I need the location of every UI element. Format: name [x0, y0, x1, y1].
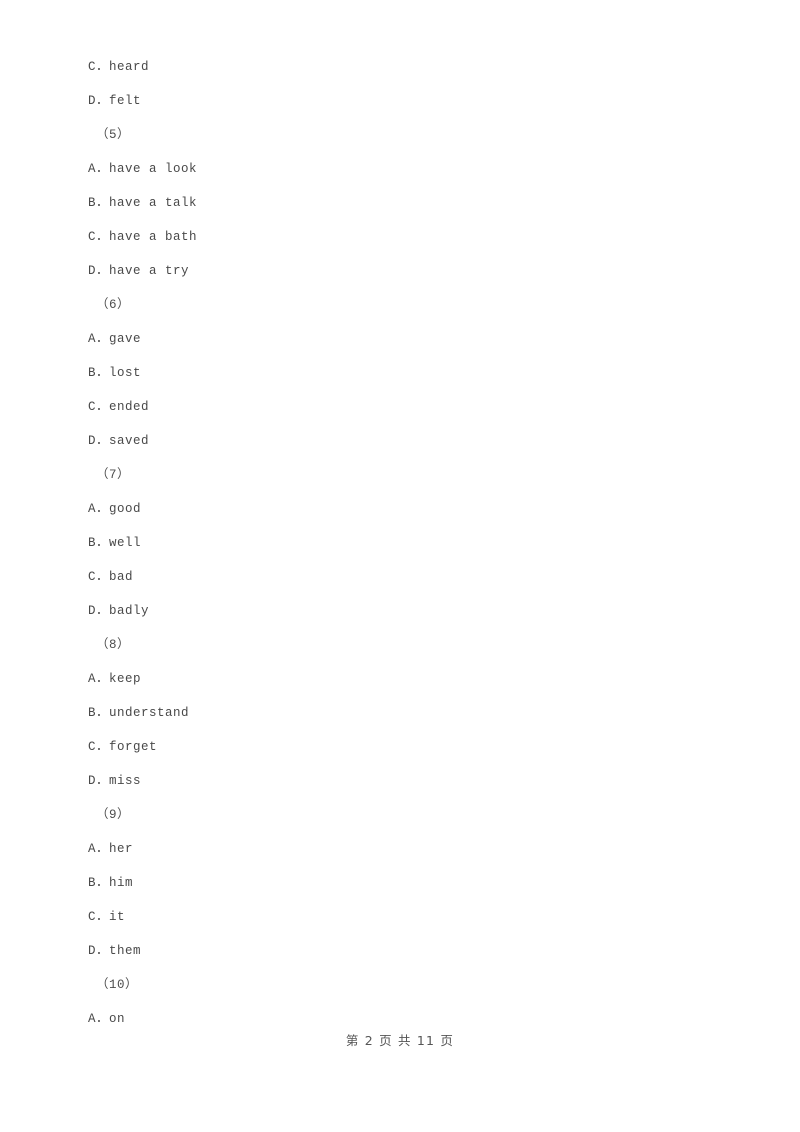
- question-number: （8）: [96, 638, 131, 652]
- question-number: （7）: [96, 468, 131, 482]
- question-number: （6）: [96, 298, 131, 312]
- answer-option: B．him: [88, 876, 134, 890]
- answer-option: B．well: [88, 536, 142, 550]
- answer-option: C．have a bath: [88, 230, 198, 244]
- exam-question-list: C．heard D．felt （5） A．have a look B．have a ta…: [88, 50, 708, 1036]
- answer-option: C．heard: [88, 60, 150, 74]
- answer-option: C．it: [88, 910, 126, 924]
- answer-option: D．badly: [88, 604, 150, 618]
- answer-option: C．bad: [88, 570, 134, 584]
- answer-option: D．them: [88, 944, 142, 958]
- answer-option: D．saved: [88, 434, 150, 448]
- answer-option: B．understand: [88, 706, 190, 720]
- page-footer: 第 2 页 共 11 页: [345, 1033, 455, 1048]
- question-number: （10）: [96, 978, 139, 992]
- answer-option: A．her: [88, 842, 134, 856]
- answer-option: C．ended: [88, 400, 150, 414]
- answer-option: A．keep: [88, 672, 142, 686]
- question-number: （9）: [96, 808, 131, 822]
- answer-option: C．forget: [88, 740, 158, 754]
- answer-option: A．gave: [88, 332, 142, 346]
- answer-option: A．have a look: [88, 162, 198, 176]
- answer-option: D．felt: [88, 94, 142, 108]
- answer-option: B．have a talk: [88, 196, 198, 210]
- answer-option: D．have a try: [88, 264, 190, 278]
- document-page: C．heard D．felt （5） A．have a look B．have a ta…: [0, 0, 800, 1132]
- question-number: （5）: [96, 128, 131, 142]
- answer-option: B．lost: [88, 366, 142, 380]
- answer-option: A．good: [88, 502, 142, 516]
- answer-option: D．miss: [88, 774, 142, 788]
